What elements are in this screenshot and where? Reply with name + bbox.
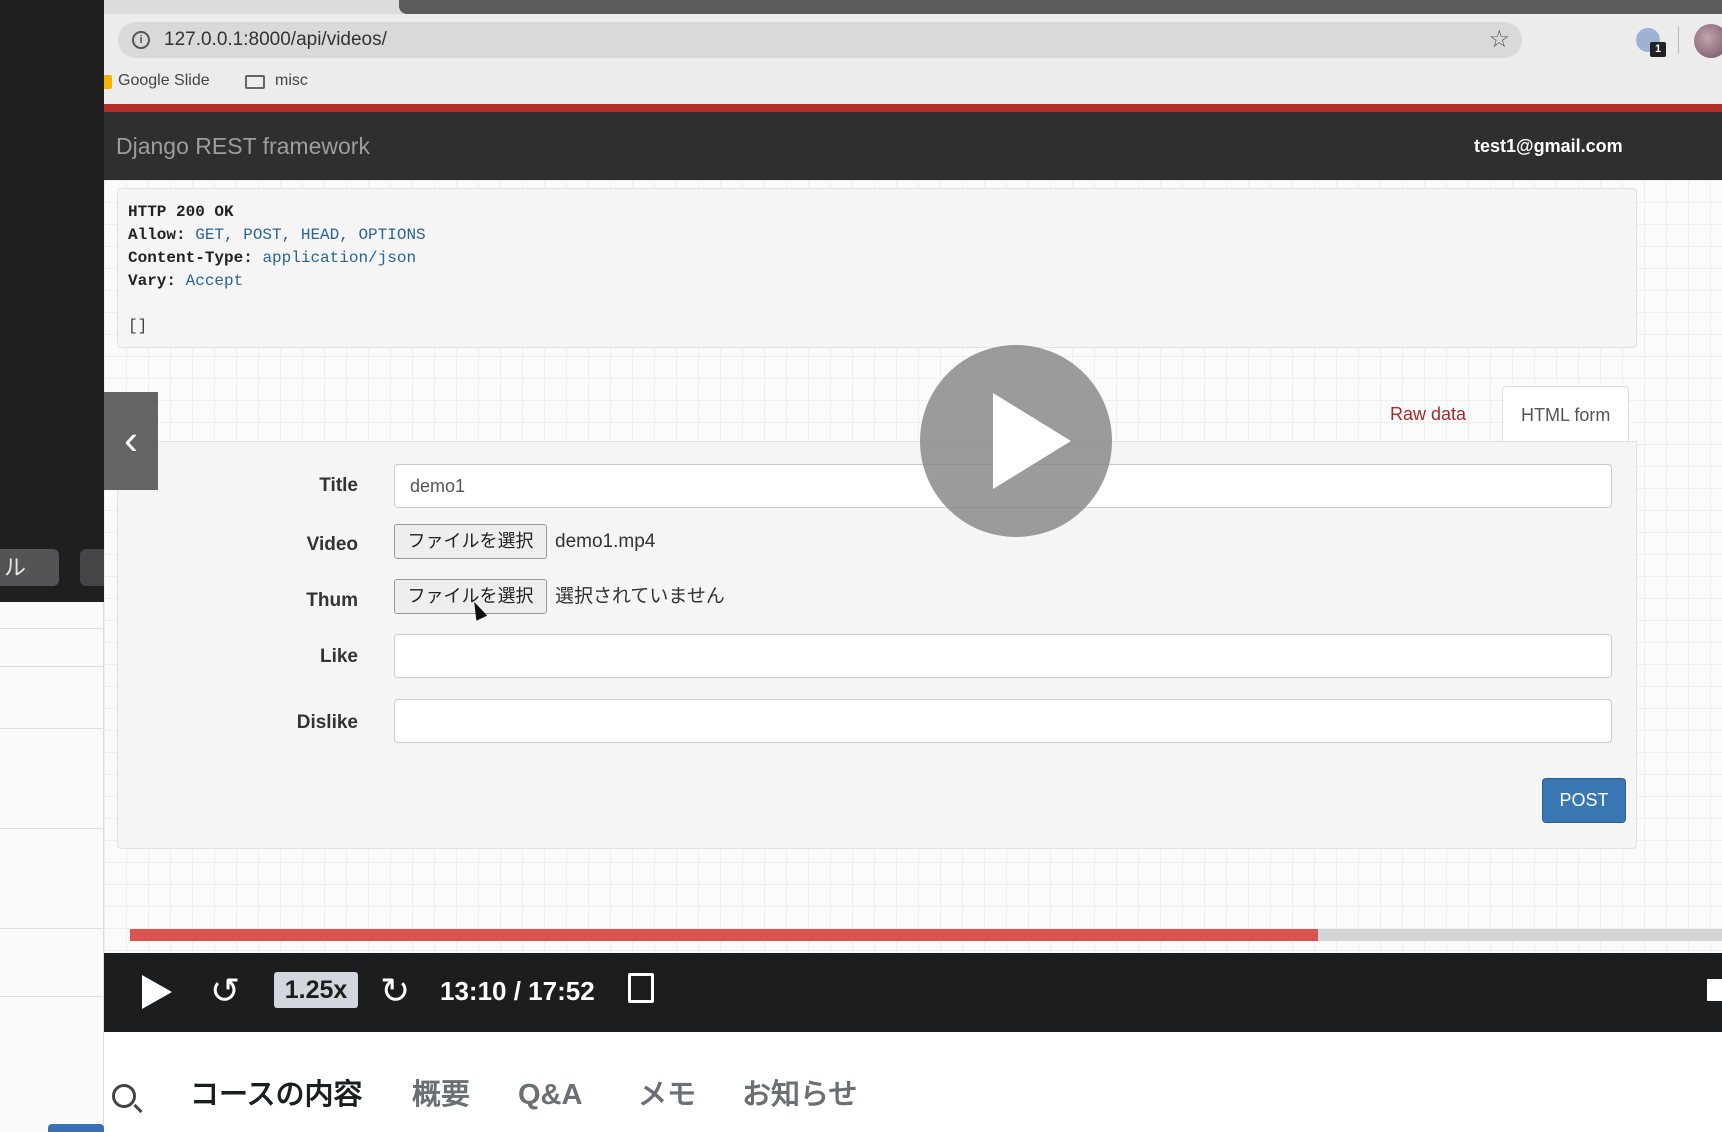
address-bar[interactable]: i 127.0.0.1:8000/api/videos/ ☆ — [118, 22, 1522, 58]
toolbar-separator — [1678, 26, 1679, 54]
browser-window: i 127.0.0.1:8000/api/videos/ ☆ 1 Google … — [104, 0, 1722, 1032]
post-button[interactable]: POST — [1542, 778, 1626, 823]
thum-label: Thum — [306, 590, 358, 611]
play-icon — [993, 393, 1071, 489]
big-play-button[interactable] — [920, 345, 1112, 537]
thum-file-name: 選択されていません — [555, 586, 725, 607]
folder-icon — [245, 75, 265, 89]
list-divider — [0, 996, 104, 997]
like-input[interactable] — [394, 634, 1612, 678]
response-status: HTTP 200 OK — [128, 203, 234, 221]
header-key: Content-Type: — [128, 249, 253, 267]
header-key: Allow: — [128, 226, 186, 244]
profile-avatar[interactable] — [1694, 24, 1722, 58]
course-tabs: コースの内容 概要 Q&A メモ お知らせ — [104, 1032, 1722, 1132]
bookmark-google-slide[interactable]: Google Slide — [118, 66, 210, 96]
header-key: Vary: — [128, 272, 177, 290]
tab-qa[interactable]: Q&A — [518, 1072, 582, 1118]
html-form: Title demo1 Video ファイルを選択 demo1.mp4 Thum… — [117, 441, 1637, 849]
previous-lecture-button[interactable]: ‹ — [104, 392, 158, 490]
list-divider — [0, 666, 104, 667]
progress-fill — [130, 929, 1318, 941]
video-file-button[interactable]: ファイルを選択 — [394, 524, 547, 559]
header-value: GET, POST, HEAD, OPTIONS — [195, 226, 426, 244]
drf-content: HTTP 200 OK Allow: GET, POST, HEAD, OPTI… — [104, 180, 1722, 1032]
list-divider — [0, 928, 104, 929]
background-app-list — [0, 602, 104, 1132]
background-app-tab[interactable] — [48, 1124, 104, 1132]
progress-bar[interactable] — [130, 929, 1722, 941]
tab-course-content[interactable]: コースの内容 — [190, 1072, 363, 1118]
like-label: Like — [319, 646, 358, 667]
google-slide-icon — [104, 75, 112, 89]
bookmark-misc[interactable]: misc — [275, 66, 308, 96]
list-divider — [0, 828, 104, 829]
dislike-input[interactable] — [394, 699, 1612, 743]
tab-html-form[interactable]: HTML form — [1502, 386, 1630, 442]
info-icon[interactable]: i — [132, 31, 150, 49]
response-header: Content-Type: application/json — [128, 247, 1626, 270]
drf-top-border — [104, 104, 1722, 112]
screen: ル i 127.0.0.1:8000/api/videos/ ☆ 1 Googl… — [0, 0, 1722, 1132]
extension-badge: 1 — [1650, 42, 1666, 57]
background-app-button[interactable]: ル — [0, 549, 59, 586]
user-menu[interactable]: test1@gmail.com — [1474, 112, 1623, 180]
player-controls: ↺ 1.25x ↻ 13:10 / 17:52 — [104, 953, 1722, 1032]
dislike-label: Dislike — [296, 712, 358, 733]
bookmark-star-icon[interactable]: ☆ — [1488, 26, 1510, 54]
list-divider — [0, 628, 104, 629]
bookmarks-bar: Google Slide misc — [104, 66, 1722, 104]
header-value: application/json — [262, 249, 417, 267]
chevron-left-icon: ‹ — [124, 416, 138, 463]
drf-brand[interactable]: Django REST framework — [116, 112, 370, 180]
header-value: Accept — [185, 272, 244, 290]
active-tab[interactable] — [399, 0, 1722, 14]
response-header: Allow: GET, POST, HEAD, OPTIONS — [128, 224, 1626, 247]
search-icon[interactable] — [112, 1084, 136, 1108]
tab-strip — [104, 0, 1722, 14]
forward-icon[interactable]: ↻ — [380, 971, 410, 1011]
volume-icon[interactable] — [1707, 979, 1722, 1001]
tab-raw-data[interactable]: Raw data — [1372, 386, 1484, 442]
response-info: HTTP 200 OK Allow: GET, POST, HEAD, OPTI… — [117, 188, 1637, 348]
tab-announcements[interactable]: お知らせ — [742, 1072, 857, 1118]
url-text[interactable]: 127.0.0.1:8000/api/videos/ — [164, 22, 387, 58]
rewind-icon[interactable]: ↺ — [210, 971, 240, 1011]
form-tabs: Raw data HTML form — [104, 386, 1637, 442]
tab-notes[interactable]: メモ — [638, 1072, 696, 1118]
browser-toolbar: i 127.0.0.1:8000/api/videos/ ☆ 1 — [104, 14, 1722, 66]
tab-overview[interactable]: 概要 — [412, 1072, 470, 1118]
response-body: [] — [128, 317, 148, 335]
time-display: 13:10 / 17:52 — [440, 976, 595, 1006]
background-app-dark-panel — [0, 0, 104, 602]
drf-navbar: Django REST framework test1@gmail.com — [104, 112, 1722, 180]
video-file-name: demo1.mp4 — [555, 531, 656, 552]
list-divider — [0, 728, 104, 729]
playback-speed-button[interactable]: 1.25x — [274, 972, 358, 1008]
video-label: Video — [306, 534, 358, 555]
add-note-icon[interactable] — [628, 973, 654, 1003]
response-header: Vary: Accept — [128, 270, 1626, 293]
play-icon[interactable] — [142, 975, 172, 1009]
